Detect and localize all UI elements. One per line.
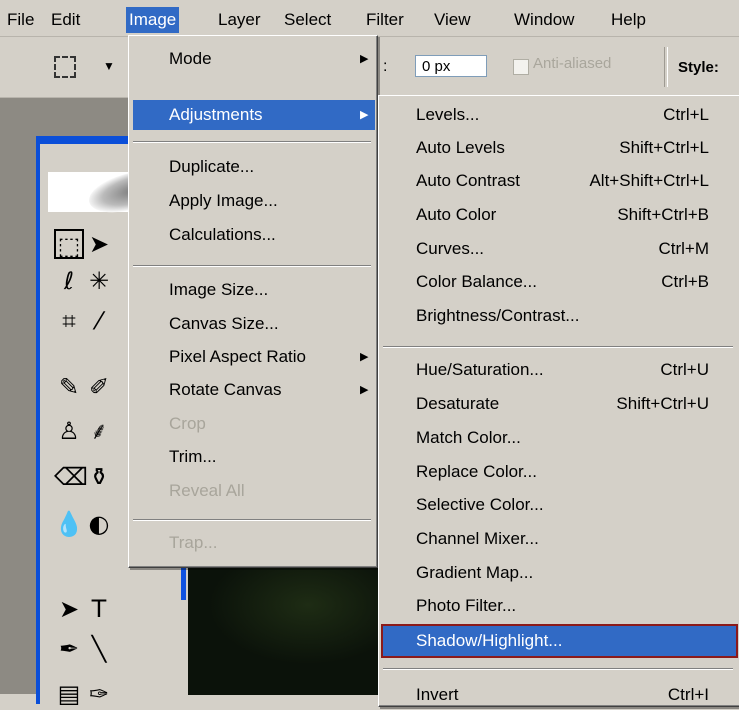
submenu-arrow-icon: ▶ xyxy=(360,384,369,396)
menu-item-image-size[interactable]: Image Size... xyxy=(129,275,375,305)
menu-item-shadow-highlight[interactable]: Shadow/Highlight... xyxy=(381,624,738,658)
menu-item-desaturate[interactable]: Desaturate Shift+Ctrl+U xyxy=(379,389,709,419)
menu-file[interactable]: File xyxy=(4,7,37,33)
healing-brush-tool-icon[interactable]: ✎ xyxy=(54,372,84,402)
menu-item-brightness-contrast[interactable]: Brightness/Contrast... xyxy=(379,301,709,331)
menu-separator xyxy=(383,346,733,348)
type-tool-icon[interactable]: T xyxy=(84,594,114,624)
menu-item-pixel-aspect-ratio[interactable]: Pixel Aspect Ratio ▶ xyxy=(129,342,375,372)
menu-item-match-color[interactable]: Match Color... xyxy=(379,423,709,453)
pen-tool-icon[interactable]: ✒ xyxy=(54,634,84,664)
submenu-arrow-icon: ▶ xyxy=(360,109,369,121)
menu-item-curves[interactable]: Curves... Ctrl+M xyxy=(379,234,709,264)
rectangular-marquee-icon[interactable] xyxy=(54,56,76,78)
menu-item-color-balance[interactable]: Color Balance... Ctrl+B xyxy=(379,267,709,297)
menu-item-crop: Crop xyxy=(169,414,206,433)
menu-item-adjustments[interactable]: Adjustments ▶ xyxy=(133,100,375,130)
feather-input[interactable]: 0 px xyxy=(415,55,487,77)
menu-item-levels[interactable]: Levels... Ctrl+L xyxy=(379,100,709,130)
menu-separator xyxy=(133,519,371,521)
line-tool-icon[interactable]: ╲ xyxy=(84,634,114,664)
image-menu: Mode ▶ Adjustments ▶ Duplicate... Apply … xyxy=(128,35,378,568)
menu-help[interactable]: Help xyxy=(608,7,649,33)
adjustments-submenu: Levels... Ctrl+L Auto Levels Shift+Ctrl+L … xyxy=(378,95,739,707)
menu-separator xyxy=(383,668,733,670)
notes-tool-icon[interactable]: ▤ xyxy=(54,679,84,709)
options-divider xyxy=(664,47,668,87)
anti-aliased-checkbox[interactable] xyxy=(513,59,529,75)
lasso-tool-icon[interactable]: ℓ xyxy=(54,266,84,296)
menu-item-gradient-map[interactable]: Gradient Map... xyxy=(379,558,709,588)
clone-stamp-tool-icon[interactable]: ♙ xyxy=(54,416,84,446)
submenu-arrow-icon: ▶ xyxy=(360,53,369,65)
history-brush-tool-icon[interactable]: ⸙ xyxy=(84,416,114,446)
menu-separator xyxy=(133,141,371,143)
menu-item-selective-color[interactable]: Selective Color... xyxy=(379,490,709,520)
menu-item-apply-image[interactable]: Apply Image... xyxy=(129,186,375,216)
menu-item-reveal-all: Reveal All xyxy=(169,481,245,500)
submenu-arrow-icon: ▶ xyxy=(360,351,369,363)
menu-layer[interactable]: Layer xyxy=(215,7,264,33)
menu-item-trim[interactable]: Trim... xyxy=(129,442,375,472)
menu-item-channel-mixer[interactable]: Channel Mixer... xyxy=(379,524,709,554)
menu-select[interactable]: Select xyxy=(281,7,334,33)
menu-item-trap: Trap... xyxy=(169,533,218,552)
menu-edit[interactable]: Edit xyxy=(48,7,83,33)
menu-item-photo-filter[interactable]: Photo Filter... xyxy=(379,591,709,621)
menu-item-calculations[interactable]: Calculations... xyxy=(129,220,375,250)
path-selection-tool-icon[interactable]: ➤ xyxy=(54,594,84,624)
menu-item-auto-color[interactable]: Auto Color Shift+Ctrl+B xyxy=(379,200,709,230)
menu-bar: File Edit Image Layer Select Filter View… xyxy=(0,0,739,37)
style-label: Style: xyxy=(678,59,719,76)
crop-tool-icon[interactable]: ⌗ xyxy=(54,306,84,336)
menu-image[interactable]: Image xyxy=(126,7,180,33)
blur-tool-icon[interactable]: 💧 xyxy=(54,509,84,539)
menu-item-hue-saturation[interactable]: Hue/Saturation... Ctrl+U xyxy=(379,355,709,385)
paint-bucket-tool-icon[interactable]: ⚱ xyxy=(84,462,114,492)
magic-wand-tool-icon[interactable]: ✳ xyxy=(84,266,114,296)
feather-label-colon: : xyxy=(383,58,388,75)
menu-window[interactable]: Window xyxy=(511,7,577,33)
brush-tool-icon[interactable]: ✐ xyxy=(84,372,114,402)
menu-item-replace-color[interactable]: Replace Color... xyxy=(379,457,709,487)
menu-filter[interactable]: Filter xyxy=(363,7,407,33)
anti-aliased-label: Anti-aliased xyxy=(533,55,612,72)
menu-item-rotate-canvas[interactable]: Rotate Canvas ▶ xyxy=(129,375,375,405)
menu-view[interactable]: View xyxy=(431,7,474,33)
move-tool-icon[interactable]: ➤ xyxy=(84,229,114,259)
slice-tool-icon[interactable]: ⁄ xyxy=(84,306,114,336)
dodge-tool-icon[interactable]: ◐ xyxy=(84,509,114,539)
marquee-tool-icon[interactable]: ⬚ xyxy=(54,229,84,260)
menu-item-invert[interactable]: Invert Ctrl+I xyxy=(379,680,709,710)
menu-item-canvas-size[interactable]: Canvas Size... xyxy=(129,309,375,339)
menu-item-duplicate[interactable]: Duplicate... xyxy=(129,152,375,182)
menu-item-auto-levels[interactable]: Auto Levels Shift+Ctrl+L xyxy=(379,133,709,163)
eraser-tool-icon[interactable]: ⌫ xyxy=(54,462,88,492)
tool-preset-dropdown-icon[interactable]: ▼ xyxy=(103,59,115,73)
menu-item-auto-contrast[interactable]: Auto Contrast Alt+Shift+Ctrl+L xyxy=(379,166,709,196)
menu-separator xyxy=(133,265,371,267)
menu-item-mode[interactable]: Mode ▶ xyxy=(129,44,375,74)
eyedropper-tool-icon[interactable]: ✑ xyxy=(84,679,114,709)
